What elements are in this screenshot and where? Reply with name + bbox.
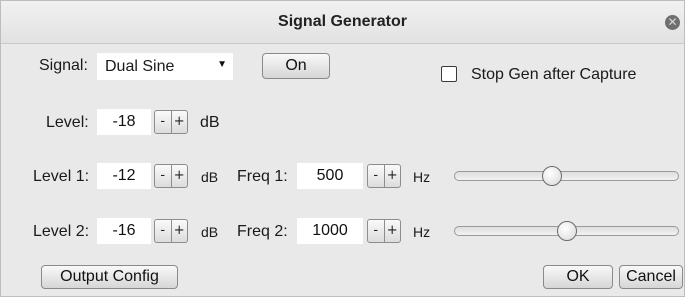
freq2-field[interactable]: 1000 [297,218,363,244]
signal-select-value: Dual Sine [105,58,175,75]
stop-gen-checkbox[interactable] [441,66,457,82]
signal-label: Signal: [39,57,88,74]
output-config-button[interactable]: Output Config [41,265,178,289]
freq1-slider-thumb[interactable] [542,166,562,186]
level2-decrement-button[interactable]: - [155,220,172,242]
title-bar: Signal Generator ✕ [1,1,684,44]
level1-field[interactable]: -12 [97,163,151,189]
freq1-label: Freq 1: [237,168,288,185]
freq2-increment-button[interactable]: + [385,220,401,242]
freq1-field[interactable]: 500 [297,163,363,189]
cancel-button[interactable]: Cancel [619,265,683,289]
level-field[interactable]: -18 [97,109,151,135]
freq1-slider[interactable] [454,166,679,186]
signal-select[interactable]: Dual Sine ▼ [97,53,233,80]
level1-decrement-button[interactable]: - [155,165,172,187]
freq2-stepper[interactable]: - + [367,219,401,243]
level1-stepper[interactable]: - + [154,164,188,188]
level2-increment-button[interactable]: + [172,220,188,242]
ok-button[interactable]: OK [543,265,613,289]
freq1-decrement-button[interactable]: - [368,165,385,187]
level2-label: Level 2: [33,223,90,240]
freq1-stepper[interactable]: - + [367,164,401,188]
freq2-slider-thumb[interactable] [557,221,577,241]
level2-unit: dB [201,224,219,240]
level1-unit: dB [201,169,219,185]
on-button[interactable]: On [262,53,330,79]
freq2-decrement-button[interactable]: - [368,220,385,242]
freq2-label: Freq 2: [237,223,288,240]
level2-stepper[interactable]: - + [154,219,188,243]
level-increment-button[interactable]: + [172,111,188,133]
level1-increment-button[interactable]: + [172,165,188,187]
level1-label: Level 1: [33,168,90,185]
level-unit: dB [200,114,220,131]
freq2-unit: Hz [413,224,431,240]
window-title: Signal Generator [278,13,407,30]
level-decrement-button[interactable]: - [155,111,172,133]
freq1-unit: Hz [413,169,431,185]
close-icon[interactable]: ✕ [665,15,680,30]
level2-field[interactable]: -16 [97,218,151,244]
signal-generator-dialog: Signal Generator ✕ Signal: Dual Sine ▼ O… [0,0,685,297]
level-label: Level: [46,114,89,131]
freq1-increment-button[interactable]: + [385,165,401,187]
chevron-down-icon: ▼ [217,59,227,70]
stop-gen-label: Stop Gen after Capture [471,66,637,83]
level-stepper[interactable]: - + [154,110,188,134]
freq2-slider[interactable] [454,221,679,241]
